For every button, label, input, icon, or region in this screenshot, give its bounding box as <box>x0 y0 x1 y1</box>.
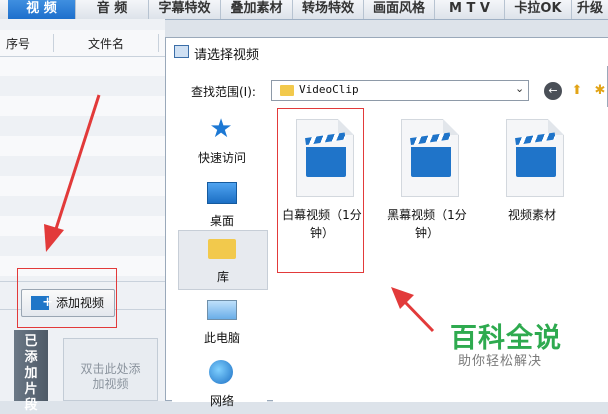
highlight-box-file <box>277 108 364 273</box>
video-file-icon <box>506 119 564 197</box>
dialog-title: 请选择视频 <box>194 48 260 63</box>
tab-overlay-material[interactable]: 叠加素材 <box>221 0 293 19</box>
desktop-icon <box>207 182 237 204</box>
tab-mtv[interactable]: M T V <box>435 0 505 19</box>
added-clips-vertical-label: 已添加片段 <box>14 330 48 413</box>
column-filename[interactable]: 文件名 <box>88 35 124 52</box>
library-folder-icon <box>208 239 236 259</box>
place-quick-access[interactable]: ★ 快速访问 <box>178 115 266 165</box>
up-folder-icon[interactable]: ⬆ <box>568 82 586 100</box>
computer-icon <box>207 300 237 320</box>
tab-audio[interactable]: 音 频 <box>76 0 149 19</box>
places-bar: ★ 快速访问 桌面 库 此电脑 网络 <box>172 107 268 408</box>
new-folder-icon[interactable]: ✱ <box>591 82 608 100</box>
place-this-pc[interactable]: 此电脑 <box>178 296 266 346</box>
tab-subtitle-effects[interactable]: 字幕特效 <box>149 0 221 19</box>
network-globe-icon <box>209 360 233 384</box>
dialog-titlebar[interactable]: 请选择视频 <box>166 38 608 66</box>
tab-karaoke[interactable]: 卡拉OK <box>505 0 572 19</box>
place-network[interactable]: 网络 <box>178 360 266 408</box>
tab-upgrade[interactable]: 升级 <box>572 0 608 19</box>
place-library[interactable]: 库 <box>178 230 268 290</box>
drop-zone[interactable]: 双击此处添加视频 <box>63 338 158 401</box>
look-in-label: 查找范围(I): <box>191 85 256 99</box>
watermark-subtitle: 助你轻松解决 <box>458 354 543 369</box>
file-item[interactable]: 视频素材 <box>486 109 578 259</box>
file-name: 黑幕视频（1分钟） <box>387 208 467 240</box>
highlight-box-add-video <box>17 268 117 328</box>
column-index[interactable]: 序号 <box>6 35 30 52</box>
tab-video[interactable]: 视 频 <box>8 0 76 19</box>
star-icon: ★ <box>209 114 233 144</box>
file-name: 视频素材 <box>507 208 556 222</box>
current-path: VideoClip <box>299 83 359 96</box>
dialog-window-icon <box>174 45 189 58</box>
video-file-icon <box>401 119 459 197</box>
back-icon[interactable]: ← <box>544 82 562 100</box>
file-item[interactable]: 黑幕视频（1分钟） <box>381 109 473 259</box>
folder-icon <box>280 85 294 96</box>
list-header: 序号 文件名 <box>0 30 165 57</box>
place-desktop[interactable]: 桌面 <box>178 178 266 228</box>
top-tab-bar: 视 频 音 频 字幕特效 叠加素材 转场特效 画面风格 M T V 卡拉OK 升… <box>0 0 608 20</box>
chevron-down-icon[interactable]: ⌄ <box>515 82 524 95</box>
look-in-dropdown[interactable]: VideoClip ⌄ <box>271 80 529 101</box>
tab-transition-effects[interactable]: 转场特效 <box>293 0 364 19</box>
tab-picture-style[interactable]: 画面风格 <box>364 0 435 19</box>
